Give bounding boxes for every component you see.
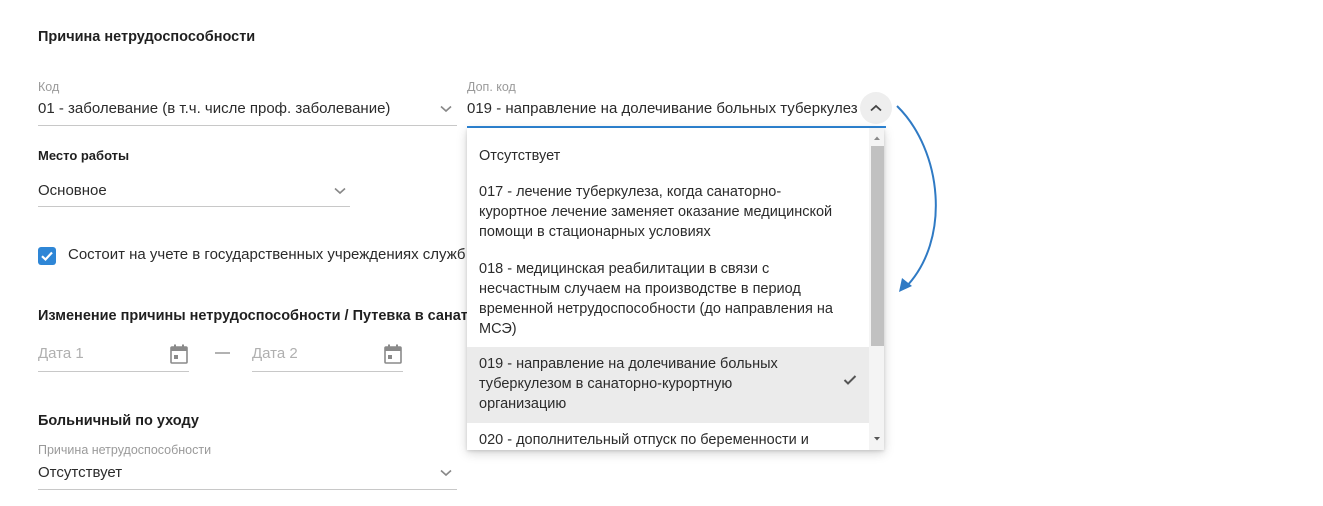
dropdown-option[interactable]: 018 - медицинская реабилитации в связи с… (467, 259, 869, 341)
chevron-up-icon (870, 104, 882, 112)
check-icon (843, 375, 857, 385)
extra-code-select[interactable]: Доп. код 019 - направление на долечивани… (467, 80, 887, 128)
code-value: 01 - заболевание (в т.ч. числе проф. заб… (38, 100, 391, 117)
dropdown-option-selected[interactable]: 019 - направление на долечивание больных… (467, 347, 869, 423)
code-select[interactable]: Код 01 - заболевание (в т.ч. числе проф.… (38, 80, 457, 126)
workplace-value: Основное (38, 182, 107, 199)
extra-code-label: Доп. код (467, 80, 516, 94)
dropdown-toggle-button[interactable] (860, 92, 892, 124)
date1-input[interactable]: Дата 1 (38, 342, 189, 372)
dropdown-option[interactable]: Отсутствует (467, 146, 869, 168)
dropdown-option[interactable]: 017 - лечение туберкулеза, когда санатор… (467, 182, 869, 244)
workplace-underline (38, 206, 350, 207)
care-reason-select[interactable]: Причина нетрудоспособности Отсутствует (38, 443, 457, 490)
workplace-title: Место работы (38, 148, 130, 163)
dropdown-option-text: 017 - лечение туберкулеза, когда санатор… (479, 184, 833, 240)
calendar-icon[interactable] (170, 344, 188, 364)
scrollbar-thumb[interactable] (871, 146, 884, 346)
dropdown-option[interactable]: 020 - дополнительный отпуск по беременно… (467, 430, 869, 450)
check-icon (41, 251, 53, 262)
code-label: Код (38, 80, 60, 94)
section-title-change: Изменение причины нетрудоспособности / П… (38, 308, 467, 324)
date2-input[interactable]: Дата 2 (252, 342, 403, 372)
extra-code-value: 019 - направление на долечивание больных… (467, 100, 858, 117)
code-underline (38, 125, 457, 126)
dropdown-option-text: 018 - медицинская реабилитации в связи с… (479, 261, 833, 337)
scroll-up-arrow-icon[interactable] (872, 133, 882, 143)
dropdown-scrollbar[interactable] (869, 128, 884, 450)
date-separator: — (215, 344, 230, 361)
chevron-down-icon (440, 105, 452, 113)
dropdown-option-text: 019 - направление на долечивание больных… (479, 356, 778, 412)
registered-checkbox[interactable] (38, 247, 56, 265)
registered-checkbox-label[interactable]: Состоит на учете в государственных учреж… (68, 246, 467, 263)
section-title-care: Больничный по уходу (38, 413, 199, 429)
scroll-down-arrow-icon[interactable] (872, 434, 882, 444)
section-title-reason: Причина нетрудоспособности (38, 29, 256, 45)
dropdown-option-text: 020 - дополнительный отпуск по беременно… (479, 432, 809, 448)
calendar-icon[interactable] (384, 344, 402, 364)
date1-underline (38, 371, 189, 372)
chevron-down-icon (440, 469, 452, 477)
dropdown-option-text: Отсутствует (479, 148, 561, 164)
date2-underline (252, 371, 403, 372)
date1-placeholder: Дата 1 (38, 345, 84, 362)
chevron-down-icon (334, 187, 346, 195)
extra-code-dropdown: Отсутствует 017 - лечение туберкулеза, к… (467, 128, 884, 450)
care-reason-underline (38, 489, 457, 490)
date2-placeholder: Дата 2 (252, 345, 298, 362)
annotation-arrow-icon (896, 105, 937, 292)
care-reason-value: Отсутствует (38, 464, 123, 481)
care-reason-label: Причина нетрудоспособности (38, 443, 212, 457)
workplace-select[interactable]: Основное (38, 178, 350, 208)
